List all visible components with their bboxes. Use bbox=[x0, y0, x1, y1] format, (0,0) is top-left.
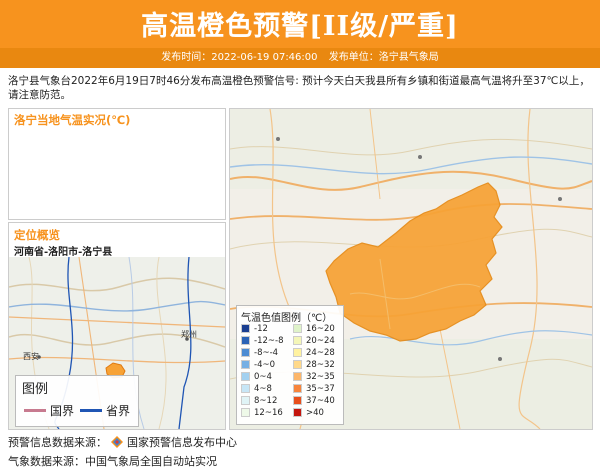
legend-item: 32~35 bbox=[293, 371, 335, 382]
warning-center-logo-icon bbox=[111, 436, 123, 448]
legend-swatch bbox=[293, 408, 302, 417]
warning-source-value: 国家预警信息发布中心 bbox=[127, 436, 237, 449]
location-panel-title: 定位概览 bbox=[14, 228, 60, 242]
province-border-label: 省界 bbox=[106, 404, 131, 418]
legend-item: 37~40 bbox=[293, 395, 335, 406]
publish-time: 发布时间：2022-06-19 07:46:00 bbox=[161, 52, 318, 63]
legend-item: >40 bbox=[293, 407, 324, 418]
legend-item: 35~37 bbox=[293, 383, 335, 394]
legend-item: -4~0 bbox=[241, 359, 275, 370]
city-label-xian: 西安 bbox=[23, 352, 39, 361]
legend-swatch bbox=[241, 348, 250, 357]
legend-item: 8~12 bbox=[241, 395, 277, 406]
location-path: 河南省-洛阳市-洛宁县 bbox=[14, 247, 113, 258]
temperature-panel: 洛宁当地气温实况(℃) bbox=[8, 108, 226, 220]
province-border-swatch bbox=[80, 409, 102, 412]
legend-label: 32~35 bbox=[306, 371, 335, 382]
alert-meta-bar: 发布时间：2022-06-19 07:46:00 发布单位：洛宁县气象局 bbox=[0, 48, 600, 68]
legend-swatch bbox=[241, 336, 250, 345]
legend-item: 16~20 bbox=[293, 323, 335, 334]
temperature-panel-title: 洛宁当地气温实况(℃) bbox=[14, 113, 131, 127]
national-border-swatch bbox=[24, 409, 46, 412]
legend-swatch bbox=[293, 324, 302, 333]
weather-source-label: 气象数据来源： bbox=[8, 455, 85, 468]
overview-minimap[interactable]: 西安 郑州 图例 国界 省界 bbox=[9, 257, 225, 429]
legend-item: -12~-8 bbox=[241, 335, 283, 346]
alert-description: 洛宁县气象台2022年6月19日7时46分发布高温橙色预警信号: 预计今天白天我… bbox=[8, 75, 590, 101]
legend-label: 12~16 bbox=[254, 407, 283, 418]
minimap-legend: 图例 国界 省界 bbox=[15, 375, 139, 427]
legend-item: 0~4 bbox=[241, 371, 272, 382]
legend-swatch bbox=[293, 348, 302, 357]
weather-source-value: 中国气象局全国自动站实况 bbox=[85, 455, 217, 468]
legend-label: 8~12 bbox=[254, 395, 278, 406]
legend-label: 35~37 bbox=[306, 383, 335, 394]
alert-header: 高温橙色预警[II级/严重] 发布时间：2022-06-19 07:46:00 … bbox=[0, 0, 600, 68]
legend-label: 0~4 bbox=[254, 371, 272, 382]
legend-swatch bbox=[293, 360, 302, 369]
legend-item: 12~16 bbox=[241, 407, 283, 418]
legend-swatch bbox=[293, 396, 302, 405]
legend-label: -12~-8 bbox=[254, 335, 284, 346]
legend-label: 24~28 bbox=[306, 347, 335, 358]
warning-map[interactable]: 气温色值图例（℃） -12 -12~-8 -8~-4 -4~0 0~4 4~8 … bbox=[229, 108, 593, 430]
legend-swatch bbox=[293, 372, 302, 381]
legend-swatch bbox=[241, 372, 250, 381]
minimap-legend-title: 图例 bbox=[22, 382, 49, 397]
legend-label: 37~40 bbox=[306, 395, 335, 406]
legend-swatch bbox=[241, 384, 250, 393]
legend-item: 20~24 bbox=[293, 335, 335, 346]
legend-label: >40 bbox=[306, 407, 324, 418]
legend-swatch bbox=[241, 360, 250, 369]
legend-item: 4~8 bbox=[241, 383, 272, 394]
legend-item: 28~32 bbox=[293, 359, 335, 370]
weather-source-line: 气象数据来源： 中国气象局全国自动站实况 bbox=[8, 453, 217, 469]
warning-source-line: 预警信息数据来源： 国家预警信息发布中心 bbox=[8, 434, 237, 450]
legend-label: 28~32 bbox=[306, 359, 335, 370]
legend-item: -8~-4 bbox=[241, 347, 278, 358]
alert-title: 高温橙色预警[II级/严重] bbox=[141, 11, 459, 42]
legend-label: -4~0 bbox=[254, 359, 276, 370]
legend-swatch bbox=[241, 324, 250, 333]
legend-label: 16~20 bbox=[306, 323, 335, 334]
temperature-legend-title: 气温色值图例（℃） bbox=[241, 313, 333, 324]
warning-source-label: 预警信息数据来源： bbox=[8, 436, 107, 449]
legend-label: 4~8 bbox=[254, 383, 272, 394]
legend-item: 24~28 bbox=[293, 347, 335, 358]
legend-item-national-border: 国界 bbox=[24, 402, 74, 419]
legend-item: -12 bbox=[241, 323, 268, 334]
legend-label: -12 bbox=[254, 323, 268, 334]
legend-swatch bbox=[293, 384, 302, 393]
national-border-label: 国界 bbox=[50, 404, 75, 418]
legend-item-province-border: 省界 bbox=[80, 402, 130, 419]
legend-swatch bbox=[241, 396, 250, 405]
location-overview-panel: 定位概览 河南省-洛阳市-洛宁县 西安 郑州 图例 国界 省界 bbox=[8, 222, 226, 430]
legend-label: -8~-4 bbox=[254, 347, 279, 358]
legend-label: 20~24 bbox=[306, 335, 335, 346]
city-label-zhengzhou: 郑州 bbox=[181, 330, 197, 339]
legend-swatch bbox=[241, 408, 250, 417]
temperature-color-legend: 气温色值图例（℃） -12 -12~-8 -8~-4 -4~0 0~4 4~8 … bbox=[236, 305, 344, 425]
publisher: 发布单位：洛宁县气象局 bbox=[328, 52, 439, 63]
legend-swatch bbox=[293, 336, 302, 345]
